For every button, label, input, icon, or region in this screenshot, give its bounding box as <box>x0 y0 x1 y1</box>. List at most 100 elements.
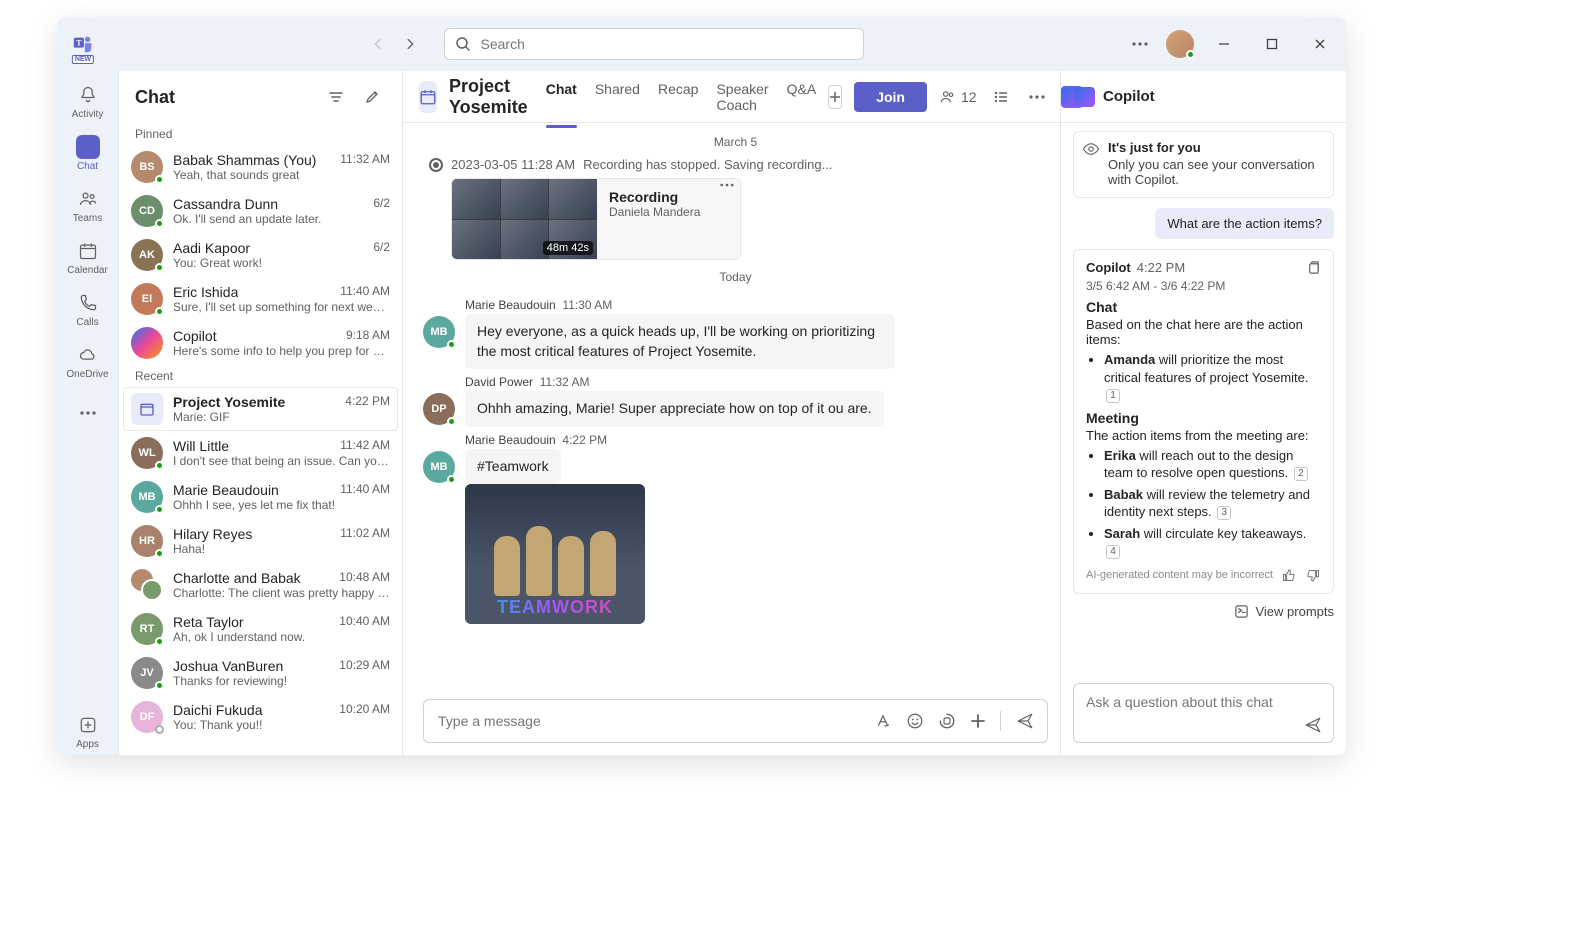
thumbs-down-button[interactable] <box>1306 568 1321 583</box>
maximize-button[interactable] <box>1254 26 1290 62</box>
search-input[interactable] <box>479 35 853 53</box>
chat-list-item[interactable]: Project Yosemite4:22 PMMarie: GIF <box>123 387 398 431</box>
minimize-button[interactable] <box>1206 26 1242 62</box>
chat-item-time: 11:32 AM <box>340 152 390 168</box>
message-bubble: Hey everyone, as a quick heads up, I'll … <box>465 314 895 369</box>
chat-list-item[interactable]: BSBabak Shammas (You)11:32 AMYeah, that … <box>119 145 402 189</box>
compose-input[interactable] <box>436 712 862 730</box>
loop-button[interactable] <box>938 712 956 730</box>
forward-button[interactable] <box>396 30 424 58</box>
bullet-list-button[interactable] <box>989 85 1013 109</box>
response-time: 4:22 PM <box>1137 260 1185 275</box>
add-tab-button[interactable] <box>828 85 842 109</box>
action-item: Babak will review the telemetry and iden… <box>1104 486 1321 521</box>
participants-button[interactable]: 12 <box>939 88 977 106</box>
view-prompts-label: View prompts <box>1255 604 1334 619</box>
chat-item-name: Eric Ishida <box>173 284 238 300</box>
thumbs-up-button[interactable] <box>1281 568 1296 583</box>
chat-item-preview: You: Great work! <box>173 256 390 270</box>
rail-activity[interactable]: Activity <box>60 77 116 125</box>
chat-item-time: 11:02 AM <box>340 526 390 542</box>
tab-speaker-coach[interactable]: Speaker Coach <box>716 67 768 127</box>
settings-more-button[interactable] <box>1126 30 1154 58</box>
chat-list-item[interactable]: JVJoshua VanBuren10:29 AMThanks for revi… <box>119 651 402 695</box>
chat-item-time: 10:48 AM <box>339 570 390 586</box>
tab-recap[interactable]: Recap <box>658 67 698 127</box>
tab-shared[interactable]: Shared <box>595 67 640 127</box>
view-prompts-button[interactable]: View prompts <box>1234 604 1334 619</box>
more-options-button[interactable] <box>1025 85 1049 109</box>
rail-chat[interactable]: Chat <box>60 129 116 177</box>
join-button[interactable]: Join <box>854 82 927 112</box>
profile-avatar[interactable] <box>1166 30 1194 58</box>
chat-item-time: 10:40 AM <box>339 614 390 630</box>
citation-ref[interactable]: 4 <box>1106 545 1120 559</box>
chat-list-item[interactable]: CDCassandra Dunn6/2Ok. I'll send an upda… <box>119 189 402 233</box>
chat-item-name: Babak Shammas (You) <box>173 152 316 168</box>
back-button[interactable] <box>364 30 392 58</box>
gif-attachment[interactable]: TEAMWORK <box>465 484 645 624</box>
chat-item-preview: Thanks for reviewing! <box>173 674 390 688</box>
chat-list-item[interactable]: EIEric Ishida11:40 AMSure, I'll set up s… <box>119 277 402 321</box>
chat-item-preview: Ohhh I see, yes let me fix that! <box>173 498 390 512</box>
new-chat-button[interactable] <box>358 83 386 111</box>
app-rail: Activity Chat Teams Calendar Calls OneDr… <box>57 71 119 755</box>
recording-more-button[interactable] <box>720 183 734 187</box>
chat-list-item[interactable]: WLWill Little11:42 AMI don't see that be… <box>119 431 402 475</box>
search-icon <box>455 36 471 52</box>
chat-list-item[interactable]: RTReta Taylor10:40 AMAh, ok I understand… <box>119 607 402 651</box>
chat-icon <box>76 135 100 159</box>
filter-button[interactable] <box>322 83 350 111</box>
citation-ref[interactable]: 1 <box>1106 389 1120 403</box>
conversation-body: March 5 2023-03-05 11:28 AM Recording ha… <box>403 123 1060 691</box>
recording-timestamp: 2023-03-05 11:28 AM <box>451 157 575 172</box>
chat-item-name: Reta Taylor <box>173 614 244 630</box>
rail-onedrive[interactable]: OneDrive <box>60 337 116 385</box>
chat-list-item[interactable]: MBMarie Beaudouin11:40 AMOhhh I see, yes… <box>119 475 402 519</box>
copy-button[interactable] <box>1306 260 1321 275</box>
add-button[interactable] <box>970 713 986 729</box>
copilot-send-button[interactable] <box>1303 716 1323 734</box>
recording-card[interactable]: 48m 42s Recording Daniela Mandera <box>451 178 741 260</box>
chat-list-item[interactable]: DFDaichi Fukuda10:20 AMYou: Thank you!! <box>119 695 402 739</box>
ai-disclaimer: AI-generated content may be incorrect <box>1086 569 1273 581</box>
chat-list-item[interactable]: Copilot9:18 AMHere's some info to help y… <box>119 321 402 365</box>
chat-item-name: Cassandra Dunn <box>173 196 278 212</box>
search-box[interactable] <box>444 28 864 60</box>
response-range: 3/5 6:42 AM - 3/6 4:22 PM <box>1086 279 1321 293</box>
compose-box[interactable] <box>423 699 1048 743</box>
action-item: Sarah will circulate key takeaways. 4 <box>1104 525 1321 560</box>
recording-status: Recording has stopped. Saving recording.… <box>583 157 832 172</box>
citation-ref[interactable]: 2 <box>1294 467 1308 481</box>
rail-apps[interactable]: Apps <box>60 707 116 755</box>
chat-list-item[interactable]: Charlotte and Babak10:48 AMCharlotte: Th… <box>119 563 402 607</box>
chat-list-item[interactable]: AKAadi Kapoor6/2You: Great work! <box>119 233 402 277</box>
send-button[interactable] <box>1015 712 1035 730</box>
rail-teams[interactable]: Teams <box>60 181 116 229</box>
chat-item-preview: Ok. I'll send an update later. <box>173 212 390 226</box>
eye-icon <box>1082 140 1100 158</box>
chat-list-item[interactable]: HRHilary Reyes11:02 AMHaha! <box>119 519 402 563</box>
chat-item-name: Joshua VanBuren <box>173 658 283 674</box>
rail-calls[interactable]: Calls <box>60 285 116 333</box>
tab-q&a[interactable]: Q&A <box>787 67 817 127</box>
action-item: Erika will reach out to the design team … <box>1104 447 1321 482</box>
emoji-button[interactable] <box>906 712 924 730</box>
chat-intro: Based on the chat here are the action it… <box>1086 317 1321 347</box>
notice-text: Only you can see your conversation with … <box>1108 157 1323 187</box>
rail-more[interactable] <box>60 389 116 437</box>
today-divider: Today <box>423 270 1048 284</box>
chat-item-preview: Charlotte: The client was pretty happy w… <box>173 586 390 600</box>
close-button[interactable] <box>1302 26 1338 62</box>
rail-calendar[interactable]: Calendar <box>60 233 116 281</box>
chat-list-panel: Chat Pinned BSBabak Shammas (You)11:32 A… <box>119 71 403 755</box>
citation-ref[interactable]: 3 <box>1217 506 1231 520</box>
chat-item-name: Aadi Kapoor <box>173 240 250 256</box>
copilot-input[interactable] <box>1073 683 1334 743</box>
tab-chat[interactable]: Chat <box>546 67 577 127</box>
chat-item-preview: Ah, ok I understand now. <box>173 630 390 644</box>
conversation-title: Project Yosemite <box>449 76 528 118</box>
format-button[interactable] <box>874 712 892 730</box>
notice-title: It's just for you <box>1108 140 1323 155</box>
copilot-textarea[interactable] <box>1084 692 1295 728</box>
